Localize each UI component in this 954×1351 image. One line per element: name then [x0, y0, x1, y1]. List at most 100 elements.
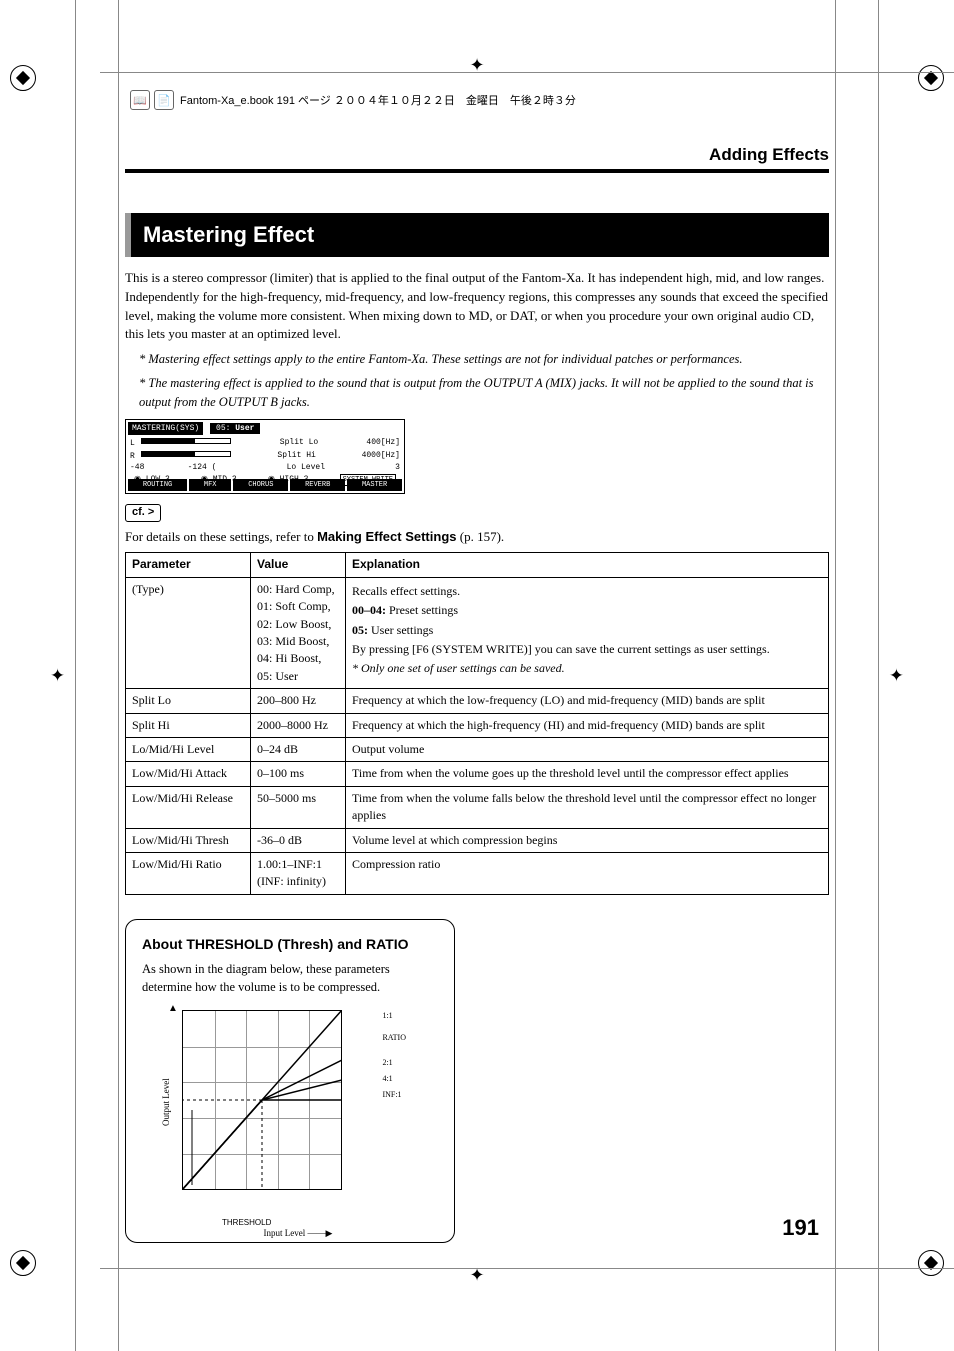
lcd-split-lo-val: 400[Hz] [366, 437, 400, 450]
lcd-split-lo: Split Lo [280, 437, 318, 450]
page-number: 191 [782, 1215, 819, 1241]
exp-text: Preset settings [386, 603, 458, 617]
book-icon: 📖 [130, 90, 150, 110]
registration-mark-tl [10, 65, 36, 91]
registration-mark-tr [918, 65, 944, 91]
cell-value: 00: Hard Comp, 01: Soft Comp, 02: Low Bo… [251, 577, 346, 688]
crop-line [100, 1268, 954, 1269]
book-info-text: Fantom-Xa_e.book 191 ページ ２００４年１０月２２日 金曜日… [180, 92, 576, 108]
cell-param: (Type) [126, 577, 251, 688]
lcd-split-hi-val: 4000[Hz] [362, 450, 400, 463]
ratio-label-11: 1:1 [382, 1010, 406, 1022]
table-row: (Type) 00: Hard Comp, 01: Soft Comp, 02:… [126, 577, 829, 688]
cell-explanation: Recalls effect settings. 00–04: Preset s… [346, 577, 829, 688]
page-icon: 📄 [154, 90, 174, 110]
lcd-split-hi: Split Hi [277, 450, 315, 463]
cell-value: 50–5000 ms [251, 786, 346, 828]
crop-line [118, 0, 119, 1351]
cell-explanation: Time from when the volume falls below th… [346, 786, 829, 828]
y-axis-label: Output Level [160, 1078, 173, 1126]
graph-lines [182, 1010, 342, 1190]
th-explanation: Explanation [346, 553, 829, 577]
cell-param: Low/Mid/Hi Release [126, 786, 251, 828]
cross-mark-left: ✦ [50, 665, 65, 686]
lcd-tab-label: User [235, 424, 254, 433]
exp-note: * Only one set of user settings can be s… [352, 660, 822, 677]
lcd-title: MASTERING(SYS) [128, 422, 203, 436]
lcd-softkey: REVERB [290, 479, 345, 491]
table-row: Low/Mid/Hi Release50–5000 msTime from wh… [126, 786, 829, 828]
cell-value: -36–0 dB [251, 828, 346, 852]
ratio-label-21: 2:1 [382, 1057, 406, 1069]
table-row: Low/Mid/Hi Thresh-36–0 dBVolume level at… [126, 828, 829, 852]
intro-paragraph: This is a stereo compressor (limiter) th… [125, 269, 829, 344]
table-row: Low/Mid/Hi Ratio1.00:1–INF:1 (INF: infin… [126, 852, 829, 894]
cell-explanation: Volume level at which compression begins [346, 828, 829, 852]
section-title: Adding Effects [709, 145, 829, 164]
cell-explanation: Time from when the volume goes up the th… [346, 762, 829, 786]
cell-param: Split Hi [126, 713, 251, 737]
cell-param: Low/Mid/Hi Thresh [126, 828, 251, 852]
ratio-label-inf: INF:1 [382, 1089, 406, 1101]
lcd-tab-num: 05: [216, 424, 230, 433]
note-2: * The mastering effect is applied to the… [139, 374, 829, 410]
exp-bold: 05: [352, 623, 368, 637]
cell-value: 2000–8000 Hz [251, 713, 346, 737]
lcd-lolevel-val: 3 [395, 462, 400, 474]
cell-value: 1.00:1–INF:1 (INF: infinity) [251, 852, 346, 894]
ratio-label: RATIO [382, 1032, 406, 1044]
lcd-screenshot: MASTERING(SYS) 05: User L Split Lo400[Hz… [125, 419, 405, 494]
compression-graph: Output Level 1:1 RATIO 2:1 [166, 1006, 406, 1226]
crop-line [100, 72, 954, 73]
cell-explanation: Output volume [346, 737, 829, 761]
about-box: About THRESHOLD (Thresh) and RATIO As sh… [125, 919, 455, 1244]
details-bold: Making Effect Settings [317, 529, 456, 544]
about-title: About THRESHOLD (Thresh) and RATIO [142, 934, 438, 954]
crop-line [835, 0, 836, 1351]
y-arrow: ▲ [168, 1002, 178, 1017]
lcd-lval: -124 ( [188, 463, 217, 472]
table-row: Split Lo200–800 HzFrequency at which the… [126, 689, 829, 713]
cf-box: cf. > [125, 504, 161, 522]
ratio-label-41: 4:1 [382, 1073, 406, 1085]
details-prefix: For details on these settings, refer to [125, 529, 317, 544]
cell-value: 0–100 ms [251, 762, 346, 786]
exp-bold: 00–04: [352, 603, 386, 617]
details-suffix: (p. 157). [457, 529, 505, 544]
cell-param: Split Lo [126, 689, 251, 713]
exp-text: User settings [368, 623, 433, 637]
note-1: * Mastering effect settings apply to the… [139, 350, 829, 368]
table-row: Split Hi2000–8000 HzFrequency at which t… [126, 713, 829, 737]
x-axis-label: Input Level ——▶ [264, 1227, 333, 1240]
th-value: Value [251, 553, 346, 577]
book-info-bar: 📖 📄 Fantom-Xa_e.book 191 ページ ２００４年１０月２２日… [130, 90, 576, 110]
registration-mark-bl [10, 1250, 36, 1276]
graph-labels: 1:1 RATIO 2:1 4:1 INF:1 [382, 1006, 406, 1104]
cell-param: Lo/Mid/Hi Level [126, 737, 251, 761]
cell-param: Low/Mid/Hi Attack [126, 762, 251, 786]
table-row: Lo/Mid/Hi Level0–24 dBOutput volume [126, 737, 829, 761]
lcd-softkey: MFX [189, 479, 231, 491]
cell-explanation: Compression ratio [346, 852, 829, 894]
cell-explanation: Frequency at which the high-frequency (H… [346, 713, 829, 737]
cross-mark-right: ✦ [889, 665, 904, 686]
lcd-lolevel: Lo Level [287, 462, 325, 474]
cell-value: 200–800 Hz [251, 689, 346, 713]
lcd-softkey: ROUTING [128, 479, 187, 491]
lcd-softkey: CHORUS [233, 479, 288, 491]
heading: Mastering Effect [125, 213, 829, 257]
lcd-softkey: MASTER [347, 479, 402, 491]
about-body: As shown in the diagram below, these par… [142, 960, 438, 996]
parameter-table: Parameter Value Explanation (Type) 00: H… [125, 552, 829, 894]
crop-line [878, 0, 879, 1351]
th-parameter: Parameter [126, 553, 251, 577]
exp-line: By pressing [F6 (SYSTEM WRITE)] you can … [352, 641, 822, 658]
cf-label: cf. [132, 506, 145, 518]
table-row: Low/Mid/Hi Attack0–100 msTime from when … [126, 762, 829, 786]
header-bar: Adding Effects [125, 145, 829, 173]
cell-explanation: Frequency at which the low-frequency (LO… [346, 689, 829, 713]
exp-line: Recalls effect settings. [352, 583, 822, 600]
details-line: For details on these settings, refer to … [125, 528, 829, 547]
cell-value: 0–24 dB [251, 737, 346, 761]
cell-param: Low/Mid/Hi Ratio [126, 852, 251, 894]
